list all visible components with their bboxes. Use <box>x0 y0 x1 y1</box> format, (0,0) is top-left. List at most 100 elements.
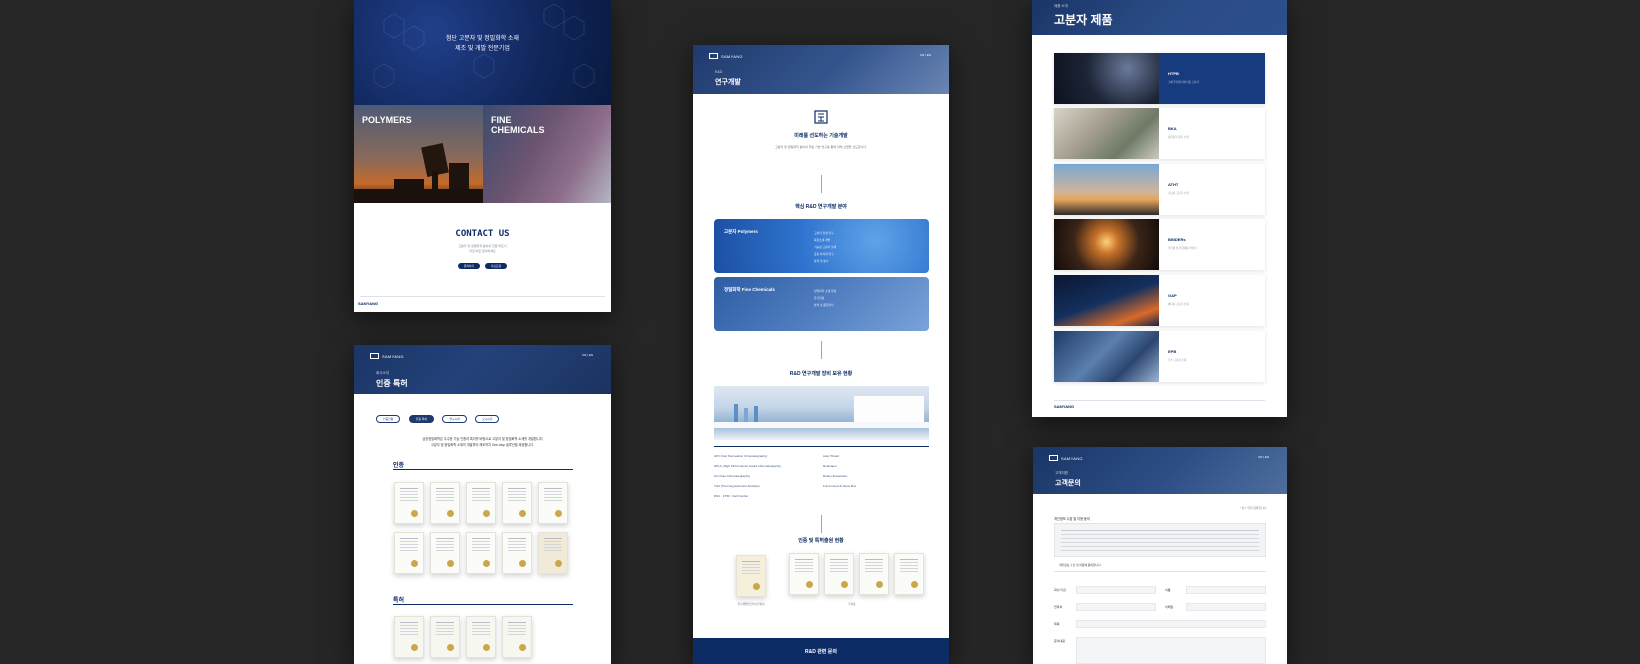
tab-cert-status[interactable]: 인증현황 <box>376 415 401 423</box>
subject-field[interactable] <box>1076 620 1266 628</box>
company-field[interactable] <box>1076 586 1156 594</box>
rnd-cert-thumb[interactable] <box>736 555 766 597</box>
patent-thumb[interactable] <box>430 616 460 658</box>
lang-switch[interactable]: KR | EN <box>1258 455 1269 459</box>
contact-desc-2: 지금 바로 문의하세요 <box>469 249 496 253</box>
product-card-htpb[interactable]: HTPB 고체 추진제 바인더용 고분자 <box>1054 53 1265 104</box>
rnd-divider-1 <box>821 175 822 193</box>
product-card-bka[interactable]: BKA 정밀화학 원료 소재 <box>1054 108 1265 159</box>
brand-name: SAMYANG <box>382 353 404 359</box>
privacy-terms-box[interactable] <box>1054 523 1266 557</box>
cert-thumb[interactable] <box>502 482 532 524</box>
product-text: ATHT 기능성 고분자 소재 <box>1159 164 1265 215</box>
contact-button-request[interactable]: 자료요청 <box>485 263 507 269</box>
product-card-epb[interactable]: EPB 특수 고분자 소재 <box>1054 331 1265 382</box>
cert-thumb[interactable] <box>430 482 460 524</box>
cert-thumb[interactable] <box>466 482 496 524</box>
rnd-patent-thumb[interactable] <box>894 553 924 595</box>
lang-switch[interactable]: KR | EN <box>582 353 593 357</box>
rnd-patent-thumb[interactable] <box>824 553 854 595</box>
equip-item: Fume Hood & Glove Box <box>823 484 857 488</box>
logo-icon <box>370 353 379 359</box>
products-page-card: 제품 소개 고분자 제품 HTPB 고체 추진제 바인더용 고분자 BKA 정밀… <box>1032 0 1287 417</box>
product-name: BKA <box>1168 126 1177 131</box>
inquiry-required-note: * 필수 입력 항목입니다. <box>1239 506 1267 510</box>
product-desc: 정밀화학 원료 소재 <box>1168 136 1189 139</box>
inquiry-form-divider <box>1054 571 1266 572</box>
hero-line-2: 제조 및 개발 전문기업 <box>455 46 510 52</box>
cert-thumb[interactable] <box>430 532 460 574</box>
patent-thumb[interactable] <box>502 616 532 658</box>
rnd-patent-thumb[interactable] <box>789 553 819 595</box>
product-name: GAP <box>1168 293 1177 298</box>
cert-thumb[interactable] <box>538 482 568 524</box>
tab-research[interactable]: 연구시설 <box>442 415 467 423</box>
rnd-title: 연구개발 <box>715 79 741 86</box>
cert-thumb[interactable] <box>466 532 496 574</box>
product-desc: 에너지 고분자 소재 <box>1168 303 1189 306</box>
rnd-cert-caption-2: 특허증 <box>848 603 856 606</box>
rnd-intro: 고분자 및 정밀화학 분야의 핵심 기술 연구를 통해 미래 산업을 선도합니다… <box>775 145 867 149</box>
panel-polymers-label: 고분자 Polymers <box>724 229 758 234</box>
equip-item: GPC (Gel Permeation Chromatography) <box>714 454 768 458</box>
field-label-email: 이메일 <box>1165 605 1174 609</box>
product-image-machinery <box>1054 331 1159 382</box>
product-text: BKA 정밀화학 원료 소재 <box>1159 108 1265 159</box>
panel-polymers-item: 복합소재 개발 <box>814 238 831 242</box>
inquiry-crumb: 고객지원 <box>1055 471 1068 475</box>
products-header: 제품 소개 고분자 제품 <box>1032 0 1287 35</box>
rnd-cta-bar[interactable]: R&D 관련 문의 <box>693 638 949 664</box>
home-page-card: 첨단 고분자 및 정밀화학 소재 제조 및 개발 전문기업 POLYMERS F… <box>354 0 611 312</box>
inquiry-header: SAMYANG KR | EN 고객지원 고객문의 <box>1033 447 1287 494</box>
product-name: HTPB <box>1168 71 1179 76</box>
section-patents-line <box>393 604 573 605</box>
equip-left-list: GPC (Gel Permeation Chromatography) HPLC… <box>714 451 781 501</box>
rnd-cta-label: R&D 관련 문의 <box>804 649 837 655</box>
email-field[interactable] <box>1186 603 1266 611</box>
products-crumb: 제품 소개 <box>1054 4 1068 8</box>
patent-thumb[interactable] <box>394 616 424 658</box>
product-card-gap[interactable]: GAP 에너지 고분자 소재 <box>1054 275 1265 326</box>
certs-title: 인증 특허 <box>376 379 408 388</box>
tile-polymers[interactable]: POLYMERS <box>354 105 483 203</box>
tab-location[interactable]: 오시는길 <box>475 415 500 423</box>
contact-button-inquiry[interactable]: 문의하기 <box>458 263 480 269</box>
product-image-launch <box>1054 219 1159 270</box>
certs-tabs: 인증현황 인증·특허 연구시설 오시는길 <box>374 407 501 425</box>
product-text: HTPB 고체 추진제 바인더용 고분자 <box>1159 53 1265 104</box>
rnd-equip-title: R&D 연구개발 장비 보유 현황 <box>789 371 853 377</box>
tab-cert-patents[interactable]: 인증·특허 <box>408 415 434 423</box>
product-card-atht[interactable]: ATHT 기능성 고분자 소재 <box>1054 164 1265 215</box>
rnd-patent-thumb[interactable] <box>859 553 889 595</box>
cert-thumb[interactable] <box>538 532 568 574</box>
equip-table-top <box>714 446 929 447</box>
cert-thumb[interactable] <box>502 532 532 574</box>
privacy-agree-label[interactable]: 개인정보 수집 및 이용에 동의합니다. <box>1059 563 1101 567</box>
panel-polymers-items: 고분자 합성 연구 복합소재 개발 기능성 고분자 설계 공정 최적화 연구 분… <box>814 230 836 265</box>
patent-thumb[interactable] <box>466 616 496 658</box>
rnd-emblem-icon <box>814 110 828 124</box>
field-label-message: 문의내용 <box>1054 639 1066 643</box>
panel-fine-item: 정밀화학 소재 합성 <box>814 289 837 293</box>
panel-polymers-item: 공정 최적화 연구 <box>814 252 834 256</box>
panel-polymers[interactable]: 고분자 Polymers 고분자 합성 연구 복합소재 개발 기능성 고분자 설… <box>714 219 929 273</box>
product-image-rocket <box>1054 53 1159 104</box>
contact-desc-1: 고분자 및 정밀화학 분야의 전문 파트너 <box>458 244 507 248</box>
field-label-subject: 제목 <box>1054 622 1060 626</box>
product-image-factory <box>1054 164 1159 215</box>
cert-thumb[interactable] <box>394 532 424 574</box>
product-card-binders[interactable]: BINDERs 추진제 및 복합재용 바인더 <box>1054 219 1265 270</box>
products-footer-logo: SAMYANG <box>1054 404 1075 409</box>
name-field[interactable] <box>1186 586 1266 594</box>
tile-fine-chemicals[interactable]: FINE CHEMICALS <box>483 105 611 203</box>
message-field[interactable] <box>1076 637 1266 664</box>
panel-fine-chemicals[interactable]: 정밀화학 Fine Chemicals 정밀화학 소재 합성 유기합성 분석 및… <box>714 277 929 331</box>
phone-field[interactable] <box>1076 603 1156 611</box>
products-title: 고분자 제품 <box>1054 13 1113 27</box>
certs-page-card: SAMYANG KR | EN 회사소개 인증 특허 인증현황 인증·특허 연구… <box>354 345 611 664</box>
certs-header: SAMYANG KR | EN 회사소개 인증 특허 <box>354 345 611 394</box>
lang-switch[interactable]: KR | EN <box>920 53 931 57</box>
product-desc: 고체 추진제 바인더용 고분자 <box>1168 81 1199 84</box>
equip-item: TGA (Thermogravimetric Analysis) <box>714 484 760 488</box>
cert-thumb[interactable] <box>394 482 424 524</box>
